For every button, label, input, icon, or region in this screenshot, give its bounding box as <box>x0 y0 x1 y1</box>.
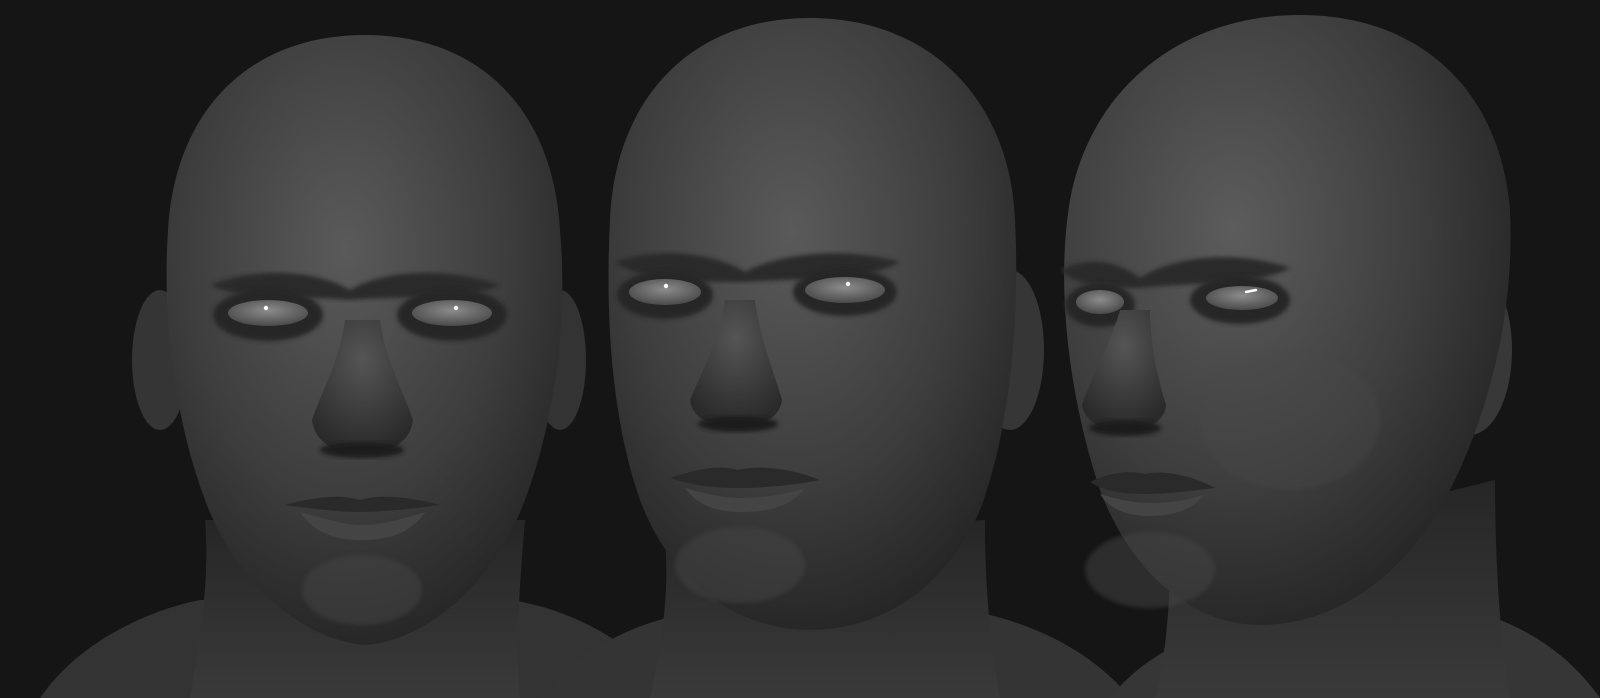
nostril-shadow <box>698 416 778 432</box>
eye-right <box>412 300 492 326</box>
cheek-highlight <box>1200 350 1380 490</box>
chin <box>1085 532 1215 608</box>
nostril-shadow <box>1089 420 1161 436</box>
eye-highlight <box>453 305 459 311</box>
chin <box>675 527 805 603</box>
eye-right <box>805 277 885 303</box>
chin <box>302 555 422 625</box>
nostril-shadow <box>320 442 404 458</box>
render-viewport <box>0 0 1600 698</box>
eye-highlight <box>663 283 669 289</box>
head <box>608 18 1017 630</box>
eye-left <box>629 279 701 305</box>
eye-highlight <box>845 281 851 287</box>
eye-highlight <box>263 305 269 311</box>
eye-right <box>1206 286 1278 310</box>
eye-left <box>1076 290 1124 314</box>
eye-left <box>228 300 308 326</box>
